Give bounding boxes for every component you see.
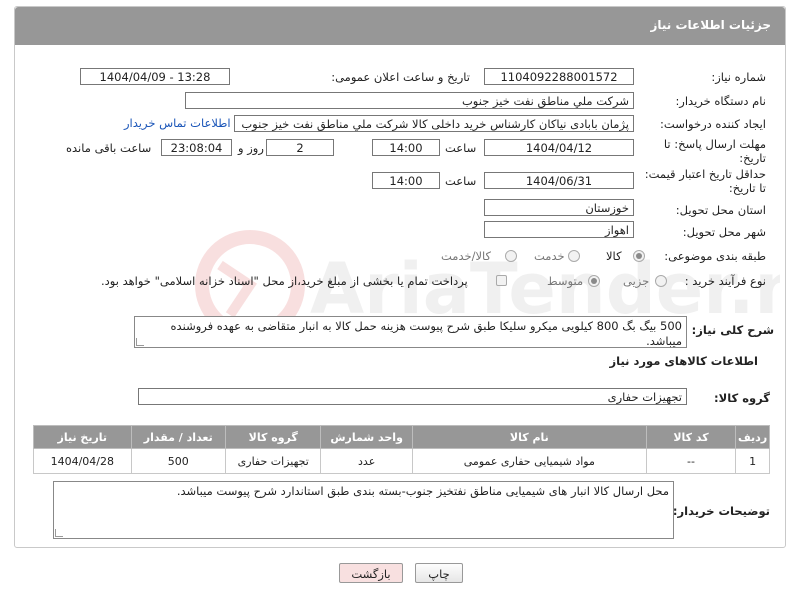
treasury-payment-note: پرداخت تمام یا بخشی از مبلغ خرید،از محل … xyxy=(101,274,468,288)
price-validity-label-line1: حداقل تاریخ اعتبار قیمت: xyxy=(644,167,766,181)
goods-table: ردیف کد کالا نام کالا واحد شمارش گروه کا… xyxy=(33,425,770,474)
cell-quantity: 500 xyxy=(130,448,227,474)
price-validity-time-label: ساعت xyxy=(445,174,477,188)
treasury-payment-checkbox[interactable] xyxy=(496,275,507,286)
deadline-time-field: 14:00 xyxy=(372,139,440,156)
summary-text: 500 بیگ بگ 800 کیلویی میکرو سلیکا طبق شر… xyxy=(170,319,682,348)
col-header-unit: واحد شمارش xyxy=(320,425,413,449)
category-option-goods-service: کالا/خدمت xyxy=(441,249,492,263)
province-field: خوزستان xyxy=(484,199,634,216)
days-label: روز و xyxy=(238,141,264,155)
process-type-label: نوع فرآیند خرید : xyxy=(684,274,766,288)
deadline-date-field: 1404/04/12 xyxy=(484,139,634,156)
province-label: استان محل تحویل: xyxy=(675,203,766,217)
creator-field: پژمان بابادی نیاکان کارشناس خرید داخلی ک… xyxy=(234,115,634,132)
remaining-time-label: ساعت باقی مانده xyxy=(66,141,152,155)
goods-group-label: گروه کالا: xyxy=(714,391,770,405)
col-header-group: گروه کالا xyxy=(225,425,322,449)
need-number-label: شماره نیاز: xyxy=(711,70,766,84)
process-radio-minor[interactable] xyxy=(655,275,667,287)
goods-table-header: ردیف کد کالا نام کالا واحد شمارش گروه کا… xyxy=(33,425,770,449)
cell-name: مواد شیمیایی حفاری عمومی xyxy=(411,448,647,474)
process-option-medium: متوسط xyxy=(547,274,584,288)
table-row: 1 -- مواد شیمیایی حفاری عمومی عدد تجهیزا… xyxy=(33,448,770,474)
process-radio-medium[interactable] xyxy=(588,275,600,287)
print-button[interactable]: چاپ xyxy=(415,563,463,583)
remaining-time-field: 23:08:04 xyxy=(161,139,232,156)
cell-row: 1 xyxy=(735,448,770,474)
col-header-need-date: تاریخ نیاز xyxy=(33,425,132,449)
buyer-notes-textarea: محل ارسال کالا انبار های شیمیایی مناطق ن… xyxy=(53,481,674,539)
creator-label: ایجاد کننده درخواست: xyxy=(660,117,766,131)
col-header-row: ردیف xyxy=(735,425,770,449)
days-remaining-field: 2 xyxy=(266,139,334,156)
price-validity-date-field: 1404/06/31 xyxy=(484,172,634,189)
category-option-service: خدمت xyxy=(534,249,565,263)
summary-textarea: 500 بیگ بگ 800 کیلویی میکرو سلیکا طبق شر… xyxy=(134,316,687,348)
category-radio-goods[interactable] xyxy=(633,250,645,262)
cell-unit: عدد xyxy=(320,448,413,474)
buyer-contact-link[interactable]: اطلاعات تماس خریدار xyxy=(124,116,231,130)
buyer-org-field: شرکت ملي مناطق نفت خيز جنوب xyxy=(185,92,634,109)
col-header-code: کد کالا xyxy=(645,425,737,449)
resize-grip-icon[interactable] xyxy=(136,338,144,346)
announce-datetime-label: تاریخ و ساعت اعلان عمومی: xyxy=(331,70,470,84)
panel-header: جزئیات اطلاعات نیاز xyxy=(15,7,785,45)
panel-title: جزئیات اطلاعات نیاز xyxy=(650,18,771,32)
price-validity-time-field: 14:00 xyxy=(372,172,440,189)
category-radio-goods-service[interactable] xyxy=(505,250,517,262)
city-field: اهواز xyxy=(484,221,634,238)
deadline-time-label: ساعت xyxy=(445,141,477,155)
cell-group: تجهیزات حفاری xyxy=(225,448,322,474)
back-button[interactable]: بازگشت xyxy=(339,563,403,583)
category-option-goods: کالا xyxy=(606,249,622,263)
deadline-label-line2: تاریخ: xyxy=(739,151,766,165)
announce-datetime-field: 1404/04/09 - 13:28 xyxy=(80,68,230,85)
need-number-field: 1104092288001572 xyxy=(484,68,634,85)
deadline-label-line1: مهلت ارسال پاسخ: تا xyxy=(663,137,766,151)
price-validity-label-line2: تا تاریخ: xyxy=(728,181,766,195)
buyer-notes-label: توضیحات خریدار: xyxy=(672,504,770,518)
city-label: شهر محل تحویل: xyxy=(682,225,766,239)
cell-need-date: 1404/04/28 xyxy=(33,448,132,474)
category-label: طبقه بندی موضوعی: xyxy=(664,249,766,263)
goods-section-title: اطلاعات کالاهای مورد نیاز xyxy=(609,354,758,368)
category-radio-service[interactable] xyxy=(568,250,580,262)
goods-group-field: تجهیزات حفاری xyxy=(138,388,687,405)
process-option-minor: جزیی xyxy=(623,274,650,288)
buyer-notes-text: محل ارسال کالا انبار های شیمیایی مناطق ن… xyxy=(176,484,669,498)
col-header-name: نام کالا xyxy=(411,425,647,449)
cell-code: -- xyxy=(645,448,737,474)
col-header-quantity: تعداد / مقدار xyxy=(130,425,227,449)
buyer-org-label: نام دستگاه خریدار: xyxy=(675,94,766,108)
summary-label: شرح کلی نیاز: xyxy=(691,323,774,337)
resize-grip-icon[interactable] xyxy=(55,529,63,537)
